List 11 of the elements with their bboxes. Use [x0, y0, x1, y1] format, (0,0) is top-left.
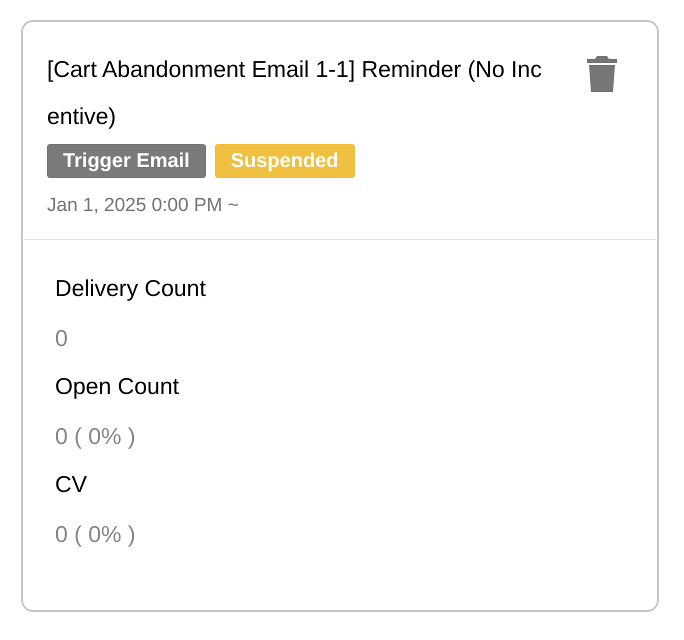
- status-tag: Trigger Email: [47, 144, 206, 178]
- metric-label: Delivery Count: [55, 274, 207, 303]
- metric-value: 0: [55, 324, 69, 352]
- schedule-date: Jan 1, 2025 0:00 PM ~: [47, 194, 240, 218]
- metric-value: 0 ( 0% ): [55, 422, 137, 451]
- status-tag: Suspended: [214, 144, 355, 178]
- trash-icon[interactable]: [587, 56, 617, 92]
- metric-value: 0 ( 0% ): [55, 520, 137, 549]
- metric-label: Open Count: [55, 372, 180, 401]
- campaign-title: [Cart Abandonment Email 1-1] Reminder (No Incentive): [47, 55, 543, 131]
- metric-label: CV: [55, 470, 88, 498]
